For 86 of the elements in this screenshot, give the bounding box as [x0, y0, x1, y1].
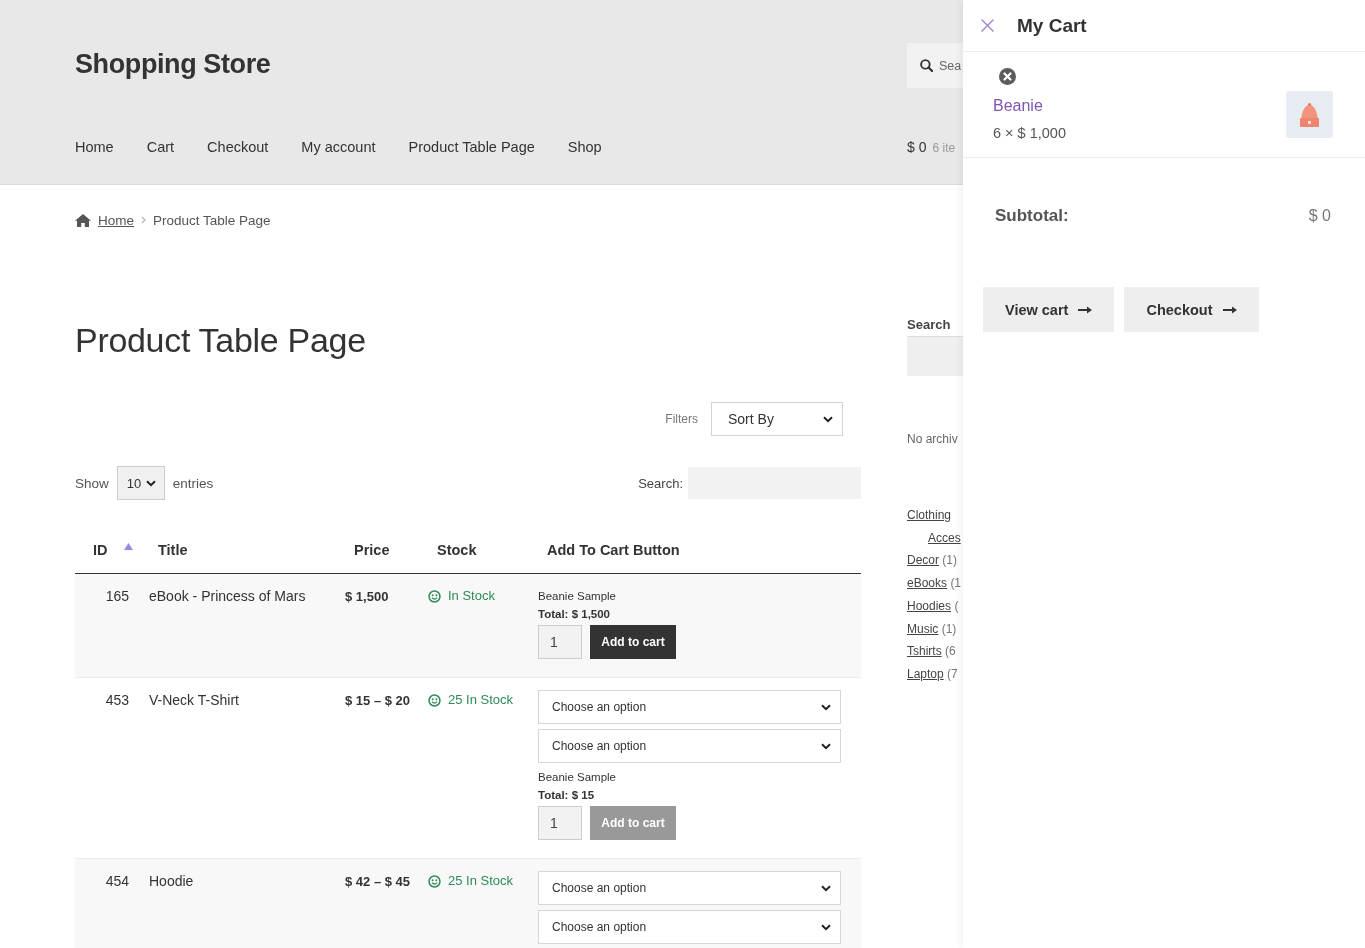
- column-header[interactable]: Title: [158, 541, 188, 559]
- breadcrumb-current: Product Table Page: [153, 212, 271, 228]
- add-to-cart-button[interactable]: Add to cart: [590, 625, 676, 659]
- cart-item-quantity: 6 × $ 1,000: [993, 124, 1066, 143]
- search-label: Search:: [638, 475, 683, 491]
- smiley-icon: [428, 693, 441, 707]
- option-dropdown[interactable]: Choose an option: [538, 690, 841, 724]
- page-title: Product Table Page: [75, 320, 366, 361]
- option-dropdown[interactable]: Choose an option: [538, 729, 841, 763]
- nav-link[interactable]: Checkout: [207, 137, 269, 157]
- smiley-icon: [428, 589, 441, 603]
- category-count: (1): [941, 621, 957, 636]
- column-header[interactable]: ID: [93, 541, 108, 559]
- category-link[interactable]: Acces: [928, 530, 961, 545]
- category-link[interactable]: eBooks: [907, 576, 948, 591]
- entries-label: entries: [172, 475, 214, 491]
- sort-dropdown[interactable]: Sort By: [711, 402, 843, 436]
- option-dropdown[interactable]: Choose an option: [538, 910, 841, 944]
- column-header[interactable]: Stock: [437, 541, 477, 559]
- drawer-title: My Cart: [1017, 14, 1087, 37]
- close-icon[interactable]: [981, 19, 994, 32]
- category-link[interactable]: Laptop: [907, 666, 944, 681]
- nav-link[interactable]: Cart: [146, 137, 175, 157]
- subtotal-label: Subtotal:: [995, 206, 1069, 226]
- archives-text: No archiv: [907, 431, 958, 448]
- nav-link[interactable]: Product Table Page: [408, 137, 535, 157]
- category-link[interactable]: Music: [907, 621, 939, 636]
- product-title[interactable]: Hoodie: [149, 873, 194, 889]
- stock-status: In Stock: [448, 587, 495, 605]
- remove-icon[interactable]: [999, 68, 1016, 85]
- home-icon: [75, 213, 91, 227]
- product-price: $ 42 – $ 45: [345, 874, 411, 889]
- stock-status: 25 In Stock: [448, 872, 514, 890]
- product-title[interactable]: V-Neck T-Shirt: [149, 692, 239, 708]
- product-id: 454: [105, 873, 129, 889]
- search-field[interactable]: [907, 337, 963, 376]
- search-icon: [920, 59, 933, 72]
- subtotal-amount: $ 0: [1308, 206, 1331, 226]
- nav-link[interactable]: Home: [75, 137, 114, 157]
- product-price: $ 1,500: [345, 589, 389, 604]
- quantity-field[interactable]: 1: [538, 625, 582, 659]
- caret-icon: [823, 415, 833, 423]
- breadcrumb-link[interactable]: Home: [98, 212, 134, 228]
- product-id: 453: [105, 692, 129, 708]
- category-link[interactable]: Decor: [907, 553, 939, 568]
- checkout-button[interactable]: Checkout: [1124, 287, 1259, 332]
- nav-link[interactable]: Shop: [567, 137, 602, 157]
- arrow-right-icon: [1078, 305, 1093, 314]
- cart-item-name[interactable]: Beanie: [993, 96, 1043, 116]
- total-price: Total: $ 15: [538, 788, 595, 803]
- product-sample-name: Beanie Sample: [538, 770, 616, 785]
- nav-link[interactable]: My account: [301, 137, 376, 157]
- chevron-right-icon: [141, 216, 146, 224]
- arrow-right-icon: [1222, 305, 1237, 314]
- caret-icon: [821, 742, 831, 750]
- smiley-icon: [428, 874, 441, 888]
- product-price: $ 15 – $ 20: [345, 693, 411, 708]
- category-link[interactable]: Tshirts: [907, 644, 942, 659]
- product-id: 165: [105, 588, 129, 604]
- stock-status: 25 In Stock: [448, 691, 514, 709]
- category-count: (7: [947, 666, 958, 681]
- product-sample-name: Beanie Sample: [538, 589, 616, 604]
- column-header[interactable]: Price: [354, 541, 390, 559]
- caret-icon: [145, 479, 156, 487]
- category-count: (: [954, 598, 959, 613]
- site-title[interactable]: Shopping Store: [75, 48, 271, 80]
- quantity-field[interactable]: 1: [538, 806, 582, 840]
- caret-icon: [821, 703, 831, 711]
- option-dropdown[interactable]: Choose an option: [538, 871, 841, 905]
- column-header[interactable]: Add To Cart Button: [547, 541, 680, 559]
- product-thumbnail: [1286, 91, 1333, 138]
- category-count: (6: [945, 644, 956, 659]
- caret-icon: [821, 884, 831, 892]
- category-link[interactable]: Clothing: [907, 508, 952, 522]
- category-link[interactable]: Hoodies: [907, 598, 952, 613]
- entries-dropdown[interactable]: 10: [116, 466, 165, 500]
- category-count: (1): [942, 553, 958, 568]
- show-label: Show: [75, 475, 109, 491]
- product-title[interactable]: eBook - Princess of Mars: [149, 588, 306, 604]
- search-field[interactable]: Sea: [907, 43, 963, 88]
- category-count: (1: [950, 576, 962, 591]
- total-price: Total: $ 1,500: [538, 607, 610, 622]
- view-cart-button[interactable]: View cart: [983, 287, 1115, 332]
- cart-total[interactable]: $ 0: [907, 137, 927, 157]
- caret-icon: [821, 923, 831, 931]
- filters-label: Filters: [665, 412, 698, 426]
